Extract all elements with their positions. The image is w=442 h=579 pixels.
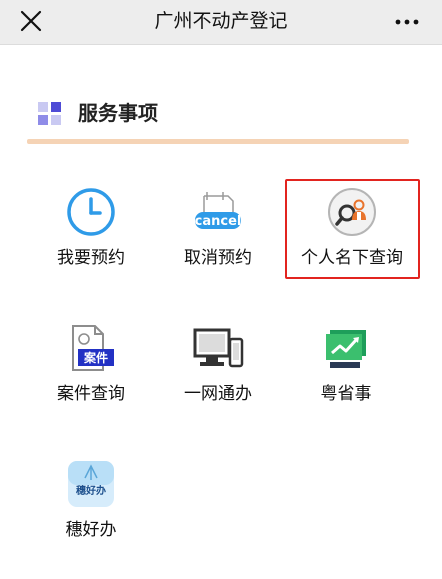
- case-document-icon: 案件: [72, 325, 114, 371]
- service-one-network[interactable]: 一网通办: [148, 314, 288, 424]
- service-sui-hao-ban[interactable]: 穗好办 穗好办: [21, 450, 161, 560]
- section-title: 服务事项: [78, 101, 158, 125]
- title-bar: 广州不动产登记: [0, 0, 442, 45]
- service-yue-sheng-shi[interactable]: 粤省事: [276, 314, 416, 424]
- service-label: 粤省事: [320, 384, 372, 404]
- service-book-appointment[interactable]: 我要预约: [21, 178, 161, 288]
- sui-hao-ban-icon: 穗好办: [68, 461, 114, 507]
- section-underline: [27, 139, 409, 144]
- computer-icon: [193, 328, 244, 368]
- service-label: 一网通办: [184, 384, 252, 404]
- sui-hao-ban-icon-text: 穗好办: [76, 484, 106, 497]
- grid-icon: [38, 102, 61, 125]
- service-case-query[interactable]: 案件 案件查询: [21, 314, 161, 424]
- service-label: 案件查询: [57, 384, 125, 404]
- cancel-icon: cancel: [195, 192, 242, 229]
- clock-icon: [67, 188, 115, 236]
- more-options-icon[interactable]: [394, 12, 420, 32]
- service-label: 我要预约: [57, 248, 125, 268]
- selection-highlight: [285, 179, 420, 279]
- page-title: 广州不动产登记: [154, 10, 288, 32]
- service-label: 取消预约: [184, 248, 252, 268]
- service-cancel-appointment[interactable]: cancel 取消预约: [148, 178, 288, 288]
- service-label: 穗好办: [65, 520, 117, 540]
- case-icon-text: 案件: [83, 350, 108, 365]
- yue-sheng-shi-icon: [326, 330, 366, 368]
- cancel-icon-text: cancel: [195, 214, 242, 229]
